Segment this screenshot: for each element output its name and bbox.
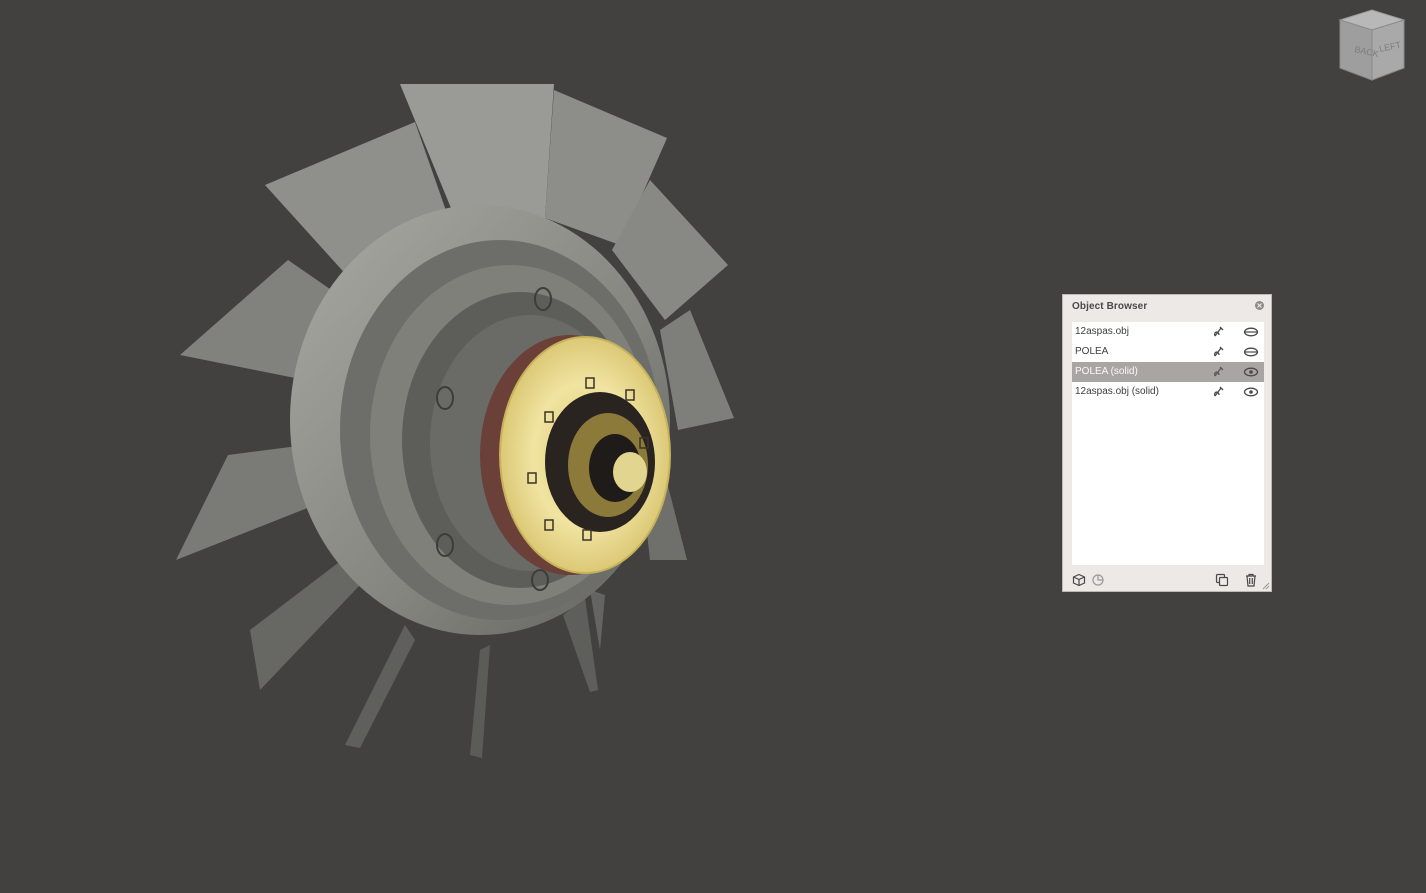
magnet-icon[interactable] bbox=[1212, 345, 1226, 359]
list-item[interactable]: 12aspas.obj bbox=[1072, 322, 1264, 342]
eye-closed-icon[interactable] bbox=[1243, 346, 1259, 358]
list-item-selected[interactable]: POLEA (solid) bbox=[1072, 362, 1264, 382]
object-browser-title: Object Browser bbox=[1072, 301, 1148, 312]
fan-blade bbox=[345, 625, 415, 748]
resize-handle-icon[interactable] bbox=[1262, 582, 1270, 590]
object-name: POLEA bbox=[1075, 346, 1109, 357]
pulley bbox=[480, 335, 671, 575]
magnet-icon[interactable] bbox=[1212, 365, 1226, 379]
fan-blade bbox=[660, 310, 734, 430]
list-item[interactable]: POLEA bbox=[1072, 342, 1264, 362]
fan-blade bbox=[563, 598, 598, 692]
object-browser-header[interactable]: Object Browser bbox=[1063, 295, 1271, 319]
eye-closed-icon[interactable] bbox=[1243, 326, 1259, 338]
object-browser-footer bbox=[1063, 571, 1271, 591]
copy-icon[interactable] bbox=[1215, 573, 1229, 587]
fan-blade bbox=[470, 645, 490, 758]
object-list: 12aspas.obj POLEA POLEA (solid) 12aspas.… bbox=[1072, 322, 1264, 565]
3d-viewport[interactable]: BACK LEFT Object Browser 12aspas.obj POL… bbox=[0, 0, 1426, 893]
list-item[interactable]: 12aspas.obj (solid) bbox=[1072, 382, 1264, 402]
cube-icon[interactable] bbox=[1072, 573, 1086, 587]
navigation-cube[interactable]: BACK LEFT bbox=[1334, 8, 1410, 84]
fan-blade bbox=[590, 590, 605, 650]
pie-chart-icon[interactable] bbox=[1091, 573, 1105, 587]
object-name: POLEA (solid) bbox=[1075, 366, 1138, 377]
object-browser-panel: Object Browser 12aspas.obj POLEA POLEA (… bbox=[1062, 294, 1272, 592]
close-icon[interactable] bbox=[1255, 301, 1264, 310]
fan-blade bbox=[250, 550, 360, 690]
object-name: 12aspas.obj (solid) bbox=[1075, 386, 1159, 397]
eye-open-icon[interactable] bbox=[1243, 366, 1259, 378]
object-name: 12aspas.obj bbox=[1075, 326, 1129, 337]
magnet-icon[interactable] bbox=[1212, 325, 1226, 339]
eye-open-icon[interactable] bbox=[1243, 386, 1259, 398]
trash-icon[interactable] bbox=[1244, 573, 1258, 587]
magnet-icon[interactable] bbox=[1212, 385, 1226, 399]
